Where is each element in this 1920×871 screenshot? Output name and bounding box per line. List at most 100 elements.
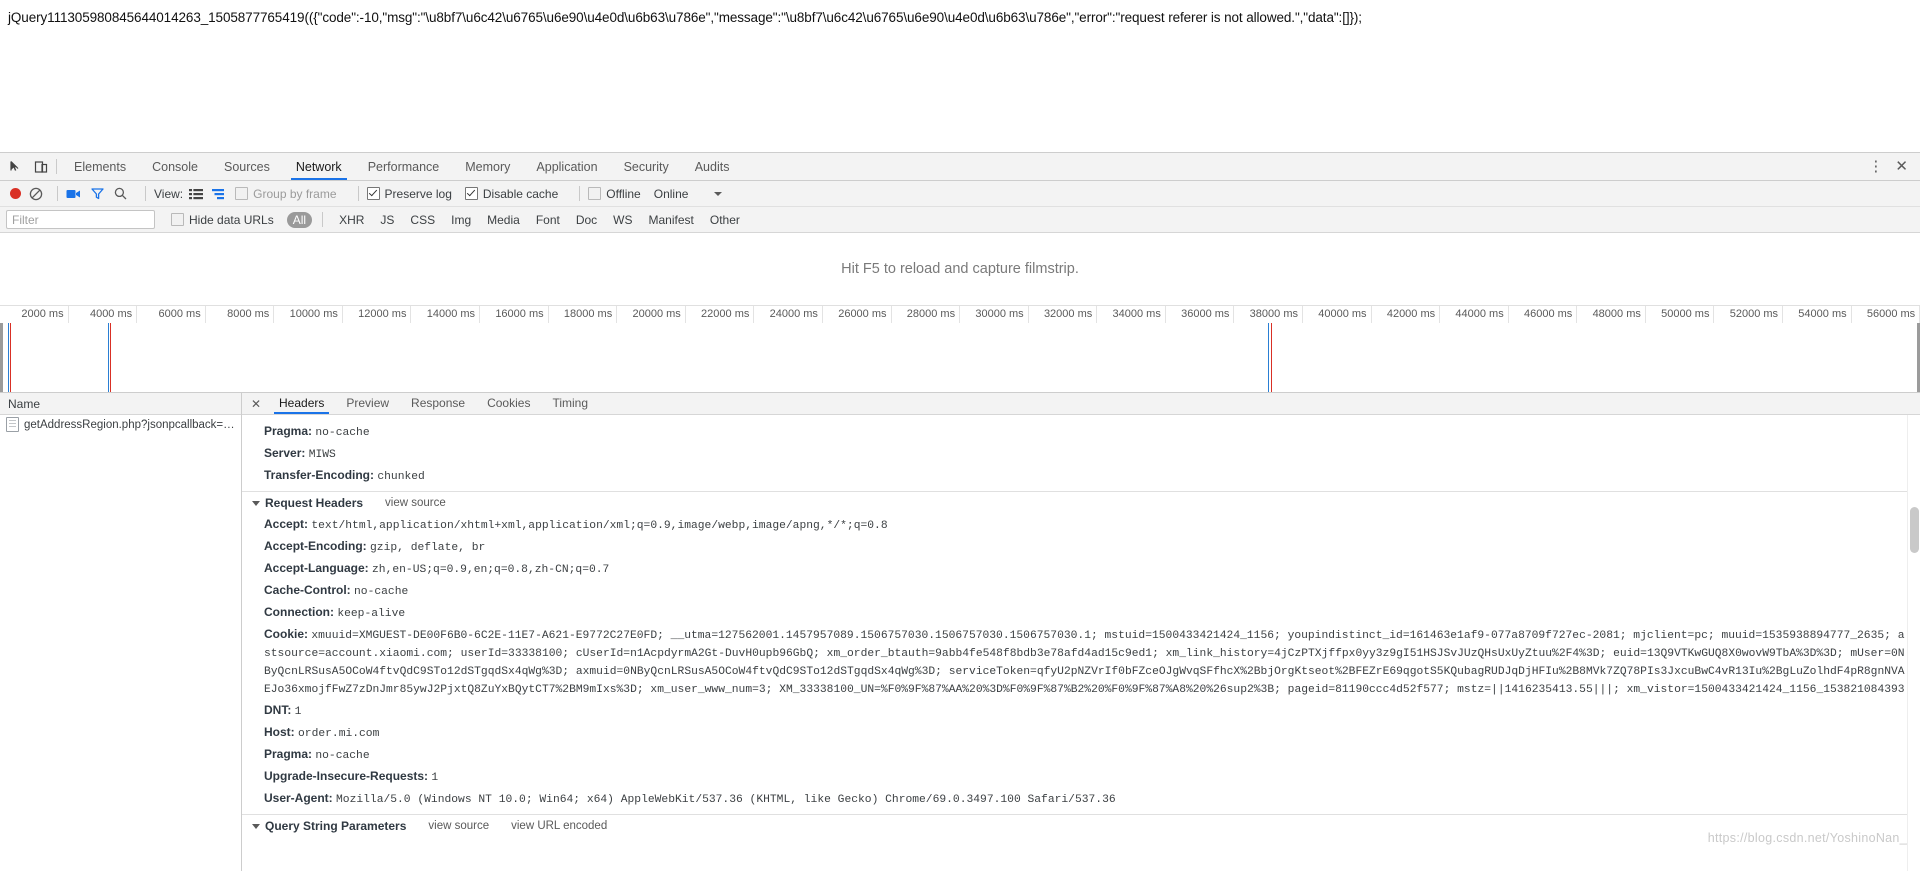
preserve-log-checkbox[interactable]: Preserve log [366, 187, 452, 201]
filter-type-media[interactable]: Media [479, 213, 528, 227]
header-row: Upgrade-Insecure-Requests: 1 [242, 766, 1920, 788]
search-icon[interactable] [114, 187, 127, 200]
list-view-icon[interactable] [189, 188, 204, 200]
close-detail-icon[interactable]: ✕ [248, 397, 264, 411]
filter-type-all[interactable]: All [286, 211, 313, 228]
header-key: Cache-Control: [264, 583, 351, 597]
tab-sources[interactable]: Sources [211, 153, 283, 180]
detail-tab-headers[interactable]: Headers [268, 393, 335, 414]
timeline-tick: 36000 ms [1166, 306, 1235, 323]
disable-cache-box [464, 187, 478, 200]
header-row: User-Agent: Mozilla/5.0 (Windows NT 10.0… [242, 788, 1920, 810]
header-row: Accept: text/html,application/xhtml+xml,… [242, 514, 1920, 536]
more-options-icon[interactable]: ⋮ [1868, 159, 1883, 174]
waterfall-view-icon[interactable] [212, 188, 226, 200]
network-lower-split: Name getAddressRegion.php?jsonpcallback=… [0, 393, 1920, 871]
tab-network[interactable]: Network [283, 153, 355, 180]
header-value: 1 [294, 706, 302, 718]
group-by-frame-checkbox[interactable]: Group by frame [235, 187, 337, 201]
offline-checkbox[interactable]: Offline [588, 187, 641, 201]
tab-security[interactable]: Security [611, 153, 682, 180]
network-toolbar: View: Group by frame Preserve log Disabl… [0, 181, 1920, 207]
disable-cache-checkbox[interactable]: Disable cache [464, 187, 558, 201]
close-icon[interactable]: ✕ [1895, 159, 1908, 174]
view-source-link[interactable]: view source [428, 820, 489, 832]
view-url-encoded-link[interactable]: view URL encoded [511, 820, 607, 832]
offline-box [588, 187, 602, 200]
hide-data-urls-box [171, 213, 184, 226]
filmstrip-panel: Hit F5 to reload and capture filmstrip. [0, 233, 1920, 306]
filter-type-css[interactable]: CSS [402, 213, 443, 227]
network-overview[interactable]: 2000 ms 4000 ms 6000 ms 8000 ms 10000 ms 1200… [0, 306, 1920, 393]
filter-type-ws[interactable]: WS [605, 213, 640, 227]
filter-type-manifest[interactable]: Manifest [641, 213, 702, 227]
tab-elements[interactable]: Elements [61, 153, 139, 180]
toggle-device-toolbar-icon[interactable] [33, 159, 48, 174]
tab-application[interactable]: Application [523, 153, 610, 180]
tab-console-label: Console [152, 159, 198, 174]
header-value: Mozilla/5.0 (Windows NT 10.0; Win64; x64… [336, 794, 1116, 806]
column-header-name: Name [8, 396, 41, 411]
filter-type-js[interactable]: JS [372, 213, 402, 227]
detail-vertical-scrollbar[interactable] [1907, 415, 1920, 871]
inspect-element-icon[interactable] [8, 159, 23, 174]
filter-type-xhr[interactable]: XHR [331, 213, 372, 227]
tab-application-label: Application [536, 159, 598, 174]
triangle-down-icon[interactable] [252, 823, 260, 829]
detail-tab-response[interactable]: Response [400, 393, 476, 414]
timeline-tick: 34000 ms [1097, 306, 1166, 323]
request-name: getAddressRegion.php?jsonpcallback=jQuer… [24, 418, 235, 431]
request-headers-section[interactable]: Request Headers view source [242, 491, 1920, 514]
timeline-tick: 46000 ms [1509, 306, 1578, 323]
query-string-section[interactable]: Query String Parameters view source view… [242, 814, 1920, 837]
tab-audits[interactable]: Audits [682, 153, 743, 180]
scrollbar-thumb[interactable] [1910, 507, 1919, 553]
toolbar-divider [57, 186, 58, 201]
header-key: Upgrade-Insecure-Requests: [264, 769, 429, 783]
timeline-tick: 56000 ms [1852, 306, 1920, 323]
timeline-tick: 54000 ms [1783, 306, 1852, 323]
header-key: Pragma: [264, 747, 313, 761]
filter-input[interactable] [6, 210, 155, 229]
tab-security-label: Security [623, 159, 669, 174]
overview-graph [0, 323, 1920, 392]
header-key: Pragma: [264, 424, 313, 438]
record-button[interactable] [10, 188, 21, 199]
header-value: zh,en-US;q=0.9,en;q=0.8,zh-CN;q=0.7 [372, 564, 610, 576]
filter-icon[interactable] [91, 187, 104, 200]
timeline-ruler: 2000 ms 4000 ms 6000 ms 8000 ms 10000 ms 1200… [0, 306, 1920, 323]
detail-tab-timing[interactable]: Timing [541, 393, 599, 414]
tab-console[interactable]: Console [139, 153, 211, 180]
tab-performance[interactable]: Performance [355, 153, 453, 180]
detail-tab-cookies-label: Cookies [487, 396, 531, 410]
hide-data-urls-checkbox[interactable]: Hide data URLs [171, 213, 274, 227]
request-list-header[interactable]: Name [0, 393, 241, 415]
throttling-select[interactable]: Online [654, 187, 723, 201]
filter-type-img[interactable]: Img [443, 213, 479, 227]
header-value: xmuuid=XMGUEST-DE00F6B0-6C2E-11E7-A621-E… [264, 630, 1905, 696]
filter-type-font[interactable]: Font [528, 213, 568, 227]
view-source-link[interactable]: view source [385, 497, 446, 509]
timeline-tick: 40000 ms [1303, 306, 1372, 323]
overview-left-handle[interactable] [0, 323, 3, 392]
timeline-tick: 44000 ms [1440, 306, 1509, 323]
network-filter-bar: Hide data URLs All XHR JS CSS Img Media … [0, 207, 1920, 233]
triangle-down-icon[interactable] [252, 500, 260, 506]
tab-network-label: Network [295, 159, 342, 174]
table-row[interactable]: getAddressRegion.php?jsonpcallback=jQuer… [0, 415, 241, 434]
detail-tab-cookies[interactable]: Cookies [476, 393, 541, 414]
filter-type-other[interactable]: Other [702, 213, 748, 227]
tab-memory[interactable]: Memory [452, 153, 523, 180]
clear-button[interactable] [29, 187, 43, 201]
detail-tab-response-label: Response [411, 396, 466, 410]
query-string-title: Query String Parameters [265, 819, 407, 833]
tab-elements-label: Elements [74, 159, 127, 174]
timeline-tick: 4000 ms [69, 306, 138, 323]
detail-tab-preview[interactable]: Preview [335, 393, 400, 414]
filter-type-doc[interactable]: Doc [568, 213, 605, 227]
capture-screenshots-icon[interactable] [66, 188, 81, 200]
view-label: View: [154, 186, 184, 201]
timeline-tick: 48000 ms [1577, 306, 1646, 323]
devtools-tabstrip-actions: ⋮ ✕ [1868, 153, 1920, 180]
tab-performance-label: Performance [367, 159, 440, 174]
